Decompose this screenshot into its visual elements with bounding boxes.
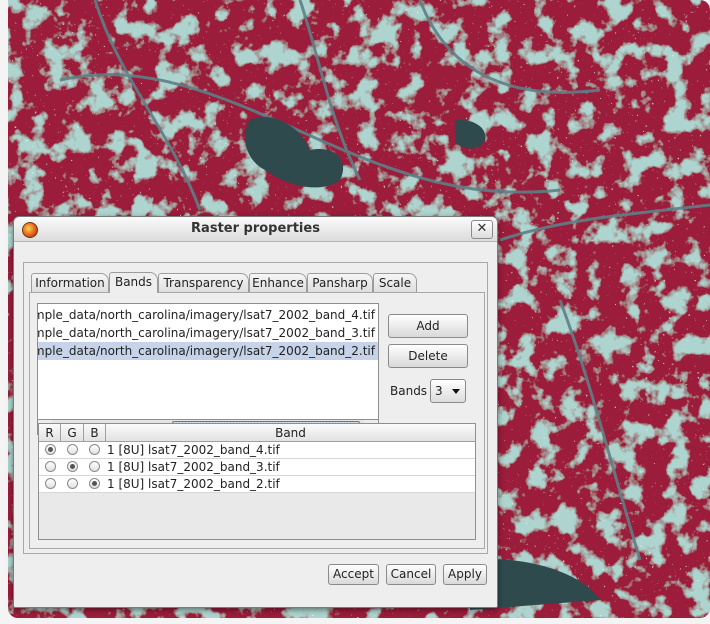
red-channel-radio[interactable] bbox=[45, 478, 56, 489]
file-path: mple_data/north_carolina/imagery/lsat7_2… bbox=[37, 326, 375, 340]
column-header-g[interactable]: G bbox=[61, 424, 84, 442]
tab-information[interactable]: Information bbox=[31, 273, 109, 292]
apply-button[interactable]: Apply bbox=[443, 564, 487, 585]
accept-button[interactable]: Accept bbox=[328, 564, 379, 585]
file-path: mple_data/north_carolina/imagery/lsat7_2… bbox=[37, 308, 375, 322]
delete-button[interactable]: Delete bbox=[388, 344, 468, 368]
red-channel-radio[interactable] bbox=[45, 444, 56, 455]
tab-enhance[interactable]: Enhance bbox=[249, 273, 307, 292]
band-file-list[interactable]: mple_data/north_carolina/imagery/lsat7_2… bbox=[37, 303, 379, 421]
file-list-item-selected[interactable]: mple_data/north_carolina/imagery/lsat7_2… bbox=[38, 342, 378, 360]
chevron-down-icon bbox=[452, 389, 460, 394]
tab-scale[interactable]: Scale bbox=[373, 273, 417, 292]
cancel-button[interactable]: Cancel bbox=[386, 564, 436, 585]
close-icon: ✕ bbox=[476, 221, 488, 236]
dialog-title: Raster properties bbox=[191, 221, 320, 236]
bands-count-select[interactable]: 3 bbox=[430, 379, 466, 403]
bands-count-value: 3 bbox=[435, 384, 443, 398]
table-row[interactable]: 1 [8U] lsat7_2002_band_2.tif bbox=[39, 476, 475, 493]
red-channel-radio[interactable] bbox=[45, 461, 56, 472]
close-button[interactable]: ✕ bbox=[471, 220, 493, 239]
green-channel-radio[interactable] bbox=[67, 461, 78, 472]
band-name-cell: 1 [8U] lsat7_2002_band_4.tif bbox=[107, 443, 280, 457]
band-name-cell: 1 [8U] lsat7_2002_band_3.tif bbox=[107, 460, 280, 474]
column-header-band[interactable]: Band bbox=[106, 424, 475, 442]
band-assignment-table: R G B Band 1 [8U] lsat7_2002_band_4.tif … bbox=[38, 423, 476, 540]
table-row[interactable]: 1 [8U] lsat7_2002_band_4.tif bbox=[39, 442, 475, 459]
tab-transparency[interactable]: Transparency bbox=[158, 273, 249, 292]
column-header-r[interactable]: R bbox=[39, 424, 61, 442]
band-name-cell: 1 [8U] lsat7_2002_band_2.tif bbox=[107, 477, 280, 491]
green-channel-radio[interactable] bbox=[67, 478, 78, 489]
blue-channel-radio[interactable] bbox=[89, 461, 100, 472]
blue-channel-radio[interactable] bbox=[89, 444, 100, 455]
tab-pansharp[interactable]: Pansharp bbox=[307, 273, 373, 292]
blue-channel-radio[interactable] bbox=[89, 478, 100, 489]
add-button[interactable]: Add bbox=[388, 314, 468, 338]
green-channel-radio[interactable] bbox=[67, 444, 78, 455]
file-list-item[interactable]: mple_data/north_carolina/imagery/lsat7_2… bbox=[38, 324, 378, 342]
table-row[interactable]: 1 [8U] lsat7_2002_band_3.tif bbox=[39, 459, 475, 476]
tab-bands[interactable]: Bands bbox=[109, 272, 158, 293]
column-header-b[interactable]: B bbox=[84, 424, 106, 442]
raster-properties-dialog: Raster properties ✕ Information Bands Tr… bbox=[13, 216, 498, 608]
bands-count-label: Bands bbox=[390, 384, 428, 398]
file-list-item[interactable]: mple_data/north_carolina/imagery/lsat7_2… bbox=[38, 306, 378, 324]
dialog-titlebar[interactable]: Raster properties ✕ bbox=[14, 217, 497, 242]
file-path: mple_data/north_carolina/imagery/lsat7_2… bbox=[37, 344, 375, 358]
